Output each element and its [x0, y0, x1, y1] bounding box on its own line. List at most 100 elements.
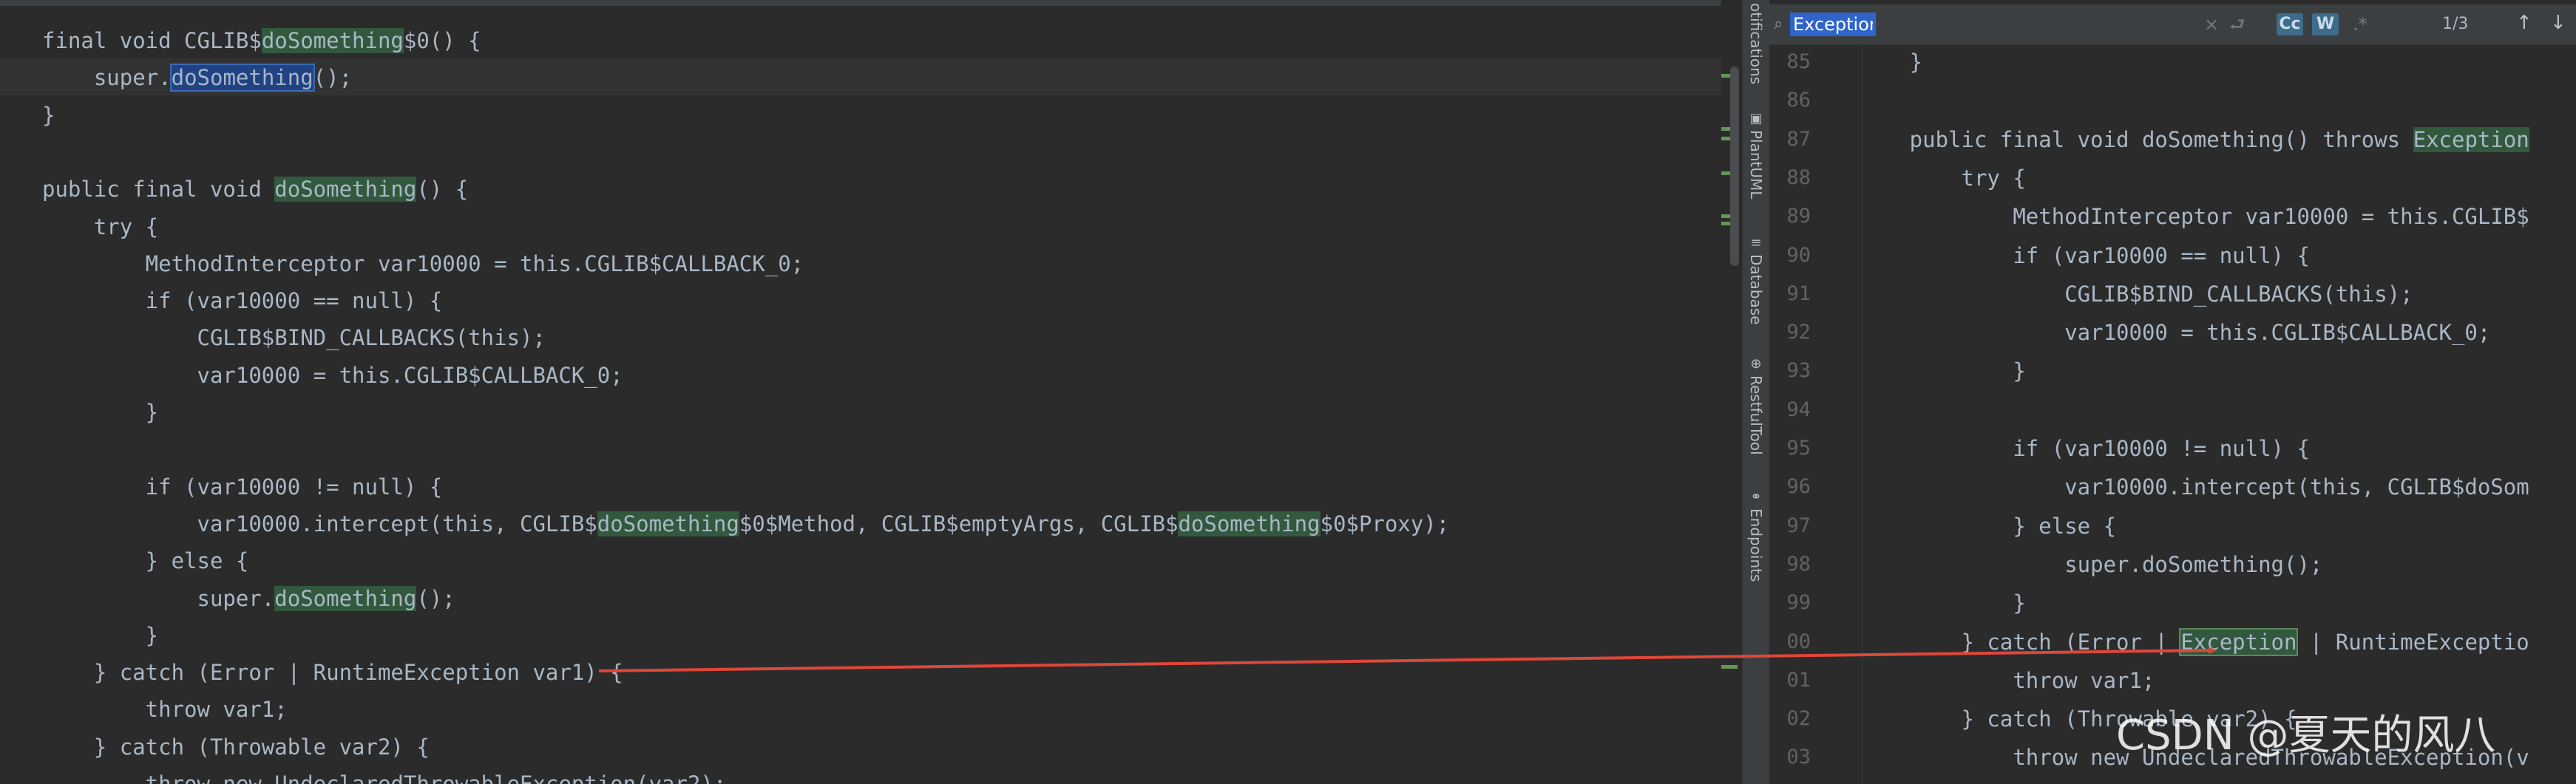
code-line: public final void doSomething() { — [42, 171, 468, 208]
code-text: CGLIB$BIND_CALLBACKS(this); — [1806, 281, 2413, 307]
code-line: var10000 = this.CGLIB$CALLBACK_0; — [1806, 313, 2490, 352]
match-case-toggle[interactable]: Cc — [2277, 13, 2303, 35]
code-text: if (var10000 == null) { — [1806, 242, 2310, 268]
code-text: var10000 = this.CGLIB$CALLBACK_0; — [42, 362, 623, 388]
line-number: 98 — [1786, 552, 1811, 576]
code-text: } catch (Throwable var2) { — [42, 734, 430, 760]
endpoints-tab[interactable]: ⚭ Endpoints — [1743, 489, 1769, 582]
code-text: if (var10000 != null) { — [1806, 436, 2310, 461]
code-line: } — [42, 394, 158, 431]
endpoints-tab-label: Endpoints — [1747, 508, 1765, 582]
code-line: throw var1; — [1806, 661, 2155, 700]
code-text: } — [1806, 590, 2026, 616]
code-line: if (var10000 == null) { — [42, 282, 443, 319]
code-line: super.doSomething(); — [42, 59, 352, 96]
clear-search-icon[interactable]: × — [2204, 13, 2219, 35]
notifications-tab[interactable]: otifications — [1743, 0, 1769, 84]
code-text: try { — [1806, 165, 2026, 191]
code-text: $0() { — [403, 28, 481, 53]
search-match-highlight: doSomething — [274, 585, 417, 611]
database-tab-label: Database — [1747, 254, 1765, 325]
code-text: (); — [313, 65, 353, 91]
code-line: public final void doSomething() throws E… — [1806, 120, 2529, 159]
code-line: super.doSomething(); — [1806, 545, 2322, 584]
code-text: throw var1; — [42, 697, 288, 723]
line-number: 85 — [1786, 50, 1811, 73]
code-text: } — [42, 102, 55, 128]
line-number: 97 — [1786, 514, 1811, 537]
line-number: 92 — [1786, 321, 1811, 344]
code-line: throw var1; — [42, 691, 288, 728]
line-number: 88 — [1786, 166, 1811, 189]
search-match-highlight: doSomething — [597, 511, 739, 536]
code-line: throw new UndeclaredThrowableException(v… — [42, 766, 727, 784]
code-text: $0$Proxy); — [1320, 511, 1450, 536]
right-code-editor[interactable]: 85 86 87 88 89 90 91 92 93 94 95 96 97 98 99 00 01 02 03 }… — [1769, 0, 2576, 784]
watermark: CSDN @夏天的风八 — [2116, 712, 2496, 760]
match-count: 1/3 — [2442, 15, 2469, 33]
line-number: 96 — [1786, 475, 1811, 499]
code-line: } — [1806, 584, 2026, 622]
search-match-highlight: doSomething — [261, 28, 404, 53]
line-number: 93 — [1786, 359, 1811, 383]
code-line: if (var10000 != null) { — [42, 468, 443, 505]
code-line: CGLIB$BIND_CALLBACKS(this); — [42, 319, 546, 356]
code-text: throw var1; — [1806, 667, 2155, 693]
database-icon: ≡ — [1750, 235, 1762, 250]
line-number: 94 — [1786, 398, 1811, 421]
code-line: CGLIB$BIND_CALLBACKS(this); — [1806, 275, 2413, 313]
code-line: } — [1806, 352, 2026, 390]
code-text: final void CGLIB$ — [42, 28, 262, 53]
code-line: } — [42, 97, 55, 134]
search-match-highlight: Exception — [2413, 126, 2529, 152]
plantuml-tab[interactable]: ▣ PlantUML — [1743, 111, 1769, 199]
code-line: try { — [42, 208, 158, 245]
database-tab[interactable]: ≡ Database — [1743, 235, 1769, 324]
code-text: } — [1806, 50, 1923, 75]
code-text: | RuntimeExceptio — [2297, 629, 2529, 655]
code-text: public final void doSomething() throws — [1806, 126, 2413, 152]
line-number: 03 — [1786, 746, 1811, 769]
code-text: } — [42, 622, 159, 648]
left-code-editor[interactable]: final void CGLIB$doSomething$0() { super… — [0, 0, 1742, 784]
restfultool-tab[interactable]: ⊕ RestfulTool — [1743, 356, 1769, 455]
code-line: super.doSomething(); — [42, 580, 455, 617]
code-text: var10000 = this.CGLIB$CALLBACK_0; — [1806, 320, 2491, 346]
selected-identifier: doSomething — [169, 64, 315, 92]
line-number: 95 — [1786, 437, 1811, 460]
plantuml-tab-label: PlantUML — [1747, 130, 1765, 200]
next-match-icon[interactable]: ↓ — [2550, 12, 2566, 34]
search-history-icon[interactable]: ⮐ — [2229, 13, 2245, 35]
code-text: CGLIB$BIND_CALLBACKS(this); — [42, 325, 546, 351]
code-text: MethodInterceptor var10000 = this.CGLIB$ — [1806, 204, 2529, 230]
tool-window-strip: otifications ▣ PlantUML ≡ Database ⊕ Res… — [1742, 0, 1770, 784]
code-text: } catch (Error | — [1806, 629, 2181, 655]
code-line: MethodInterceptor var10000 = this.CGLIB$ — [1806, 197, 2529, 236]
code-line: var10000.intercept(this, CGLIB$doSom — [1806, 468, 2529, 506]
code-line: if (var10000 == null) { — [1806, 236, 2310, 275]
code-text: } — [1806, 358, 2026, 384]
search-icon[interactable]: ⌕ — [1774, 15, 1783, 33]
whole-words-toggle[interactable]: W — [2312, 13, 2339, 35]
code-text: if (var10000 != null) { — [42, 474, 443, 500]
regex-toggle[interactable]: .* — [2349, 13, 2371, 35]
current-search-match: Exception — [2179, 627, 2299, 656]
code-line: try { — [1806, 159, 2026, 197]
code-line: } catch (Throwable var2) { — [42, 729, 430, 766]
match-marker[interactable] — [1721, 665, 1738, 669]
code-text: } catch (Error | RuntimeException var1) … — [42, 660, 623, 686]
search-input[interactable] — [1790, 13, 1876, 36]
code-line: } catch (Error | Exception | RuntimeExce… — [1806, 623, 2529, 661]
previous-match-icon[interactable]: ↑ — [2516, 12, 2532, 34]
code-text: } — [42, 400, 159, 425]
search-match-highlight: doSomething — [274, 177, 417, 202]
line-number: 90 — [1786, 243, 1811, 267]
code-text: throw new UndeclaredThrowableException(v… — [42, 771, 727, 784]
code-text: super. — [42, 585, 275, 611]
code-text: var10000.intercept(this, CGLIB$ — [42, 511, 597, 536]
line-number: 89 — [1786, 205, 1811, 228]
code-line: } — [1806, 43, 1922, 81]
code-text: if (var10000 == null) { — [42, 288, 443, 314]
vertical-scrollbar[interactable] — [1730, 67, 1739, 266]
code-line: } else { — [42, 542, 249, 579]
